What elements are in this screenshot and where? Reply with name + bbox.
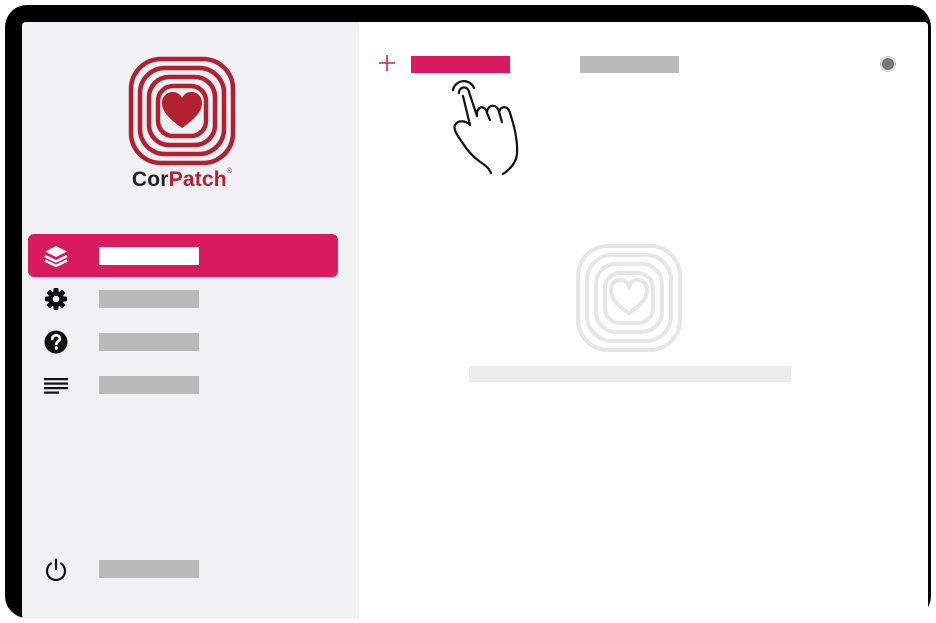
sidebar: CorPatch® (22, 22, 359, 619)
registered-mark: ® (226, 168, 233, 175)
sidebar-item-label (99, 290, 199, 308)
main-content (359, 22, 928, 619)
status-indicator (882, 58, 894, 70)
power-button[interactable] (28, 547, 338, 590)
brand-name: CorPatch® (22, 168, 342, 192)
tap-hand-icon (451, 80, 519, 176)
gear-icon (45, 288, 67, 310)
sidebar-item-label (99, 333, 199, 351)
power-icon (45, 558, 67, 582)
plus-icon[interactable] (376, 52, 398, 74)
sidebar-item-settings[interactable] (28, 277, 338, 320)
power-label (99, 560, 199, 578)
sidebar-item-sessions[interactable] (28, 234, 338, 277)
sidebar-item-label (99, 376, 199, 394)
sidebar-item-log[interactable] (28, 363, 338, 406)
empty-state-text (469, 366, 791, 382)
brand-name-cor: Cor (131, 168, 169, 191)
layers-icon (44, 246, 68, 268)
sidebar-item-help[interactable] (28, 320, 338, 363)
sidebar-item-label (99, 247, 199, 265)
help-icon (44, 330, 68, 354)
tablet-frame: CorPatch® (5, 5, 931, 619)
list-icon (44, 378, 68, 394)
tab-secondary[interactable] (580, 56, 679, 73)
corpatch-heart-logo-faded (576, 244, 682, 352)
corpatch-logo-icon (128, 56, 236, 166)
brand-name-patch: Patch (168, 168, 227, 191)
app-screen: CorPatch® (22, 22, 928, 619)
